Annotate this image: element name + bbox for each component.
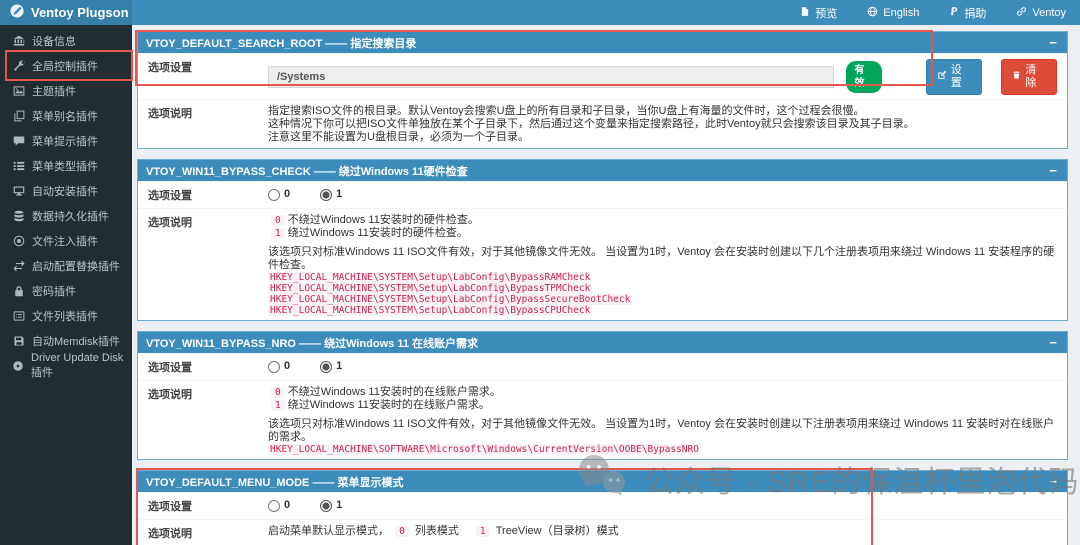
sidebar-item-menu-class[interactable]: 菜单类型插件 xyxy=(0,153,132,178)
sidebar-item-auto-memdisk[interactable]: 自动Memdisk插件 xyxy=(0,328,132,353)
donate-link[interactable]: 捐助 xyxy=(949,5,986,21)
registry-key: HKEY_LOCAL_MACHINE\SYSTEM\Setup\LabConfi… xyxy=(268,305,593,316)
preview-link[interactable]: 预览 xyxy=(800,5,837,21)
database-icon xyxy=(12,210,25,222)
lock-icon xyxy=(12,285,25,297)
radio-1[interactable] xyxy=(320,188,333,201)
registry-key: HKEY_LOCAL_MACHINE\SYSTEM\Setup\LabConfi… xyxy=(268,294,633,305)
setting-row: 选项设置 0 1 xyxy=(138,353,1067,380)
radio-1[interactable] xyxy=(320,499,333,512)
sidebar-item-menu-tip[interactable]: 菜单提示插件 xyxy=(0,128,132,153)
comment-icon xyxy=(12,135,25,147)
panel-title: VTOY_DEFAULT_MENU_MODE —— 菜单显示模式 xyxy=(146,476,404,489)
disc-icon xyxy=(12,360,24,372)
radio-0[interactable] xyxy=(268,188,280,201)
bank-icon xyxy=(12,35,25,47)
desktop-icon xyxy=(12,185,25,197)
edit-icon xyxy=(937,70,947,84)
bullseye-icon xyxy=(12,235,25,247)
ventoy-logo-icon xyxy=(10,4,24,21)
description-row: 选项说明 0 不绕过Windows 11安装时的硬件检查。 1 绕过Windows … xyxy=(138,208,1067,320)
collapse-icon[interactable]: − xyxy=(1047,336,1059,349)
setting-row: 选项设置 0 1 xyxy=(138,492,1067,519)
collapse-icon[interactable]: − xyxy=(1047,36,1059,49)
panel-title: VTOY_WIN11_BYPASS_CHECK —— 绕过Windows 11硬… xyxy=(146,165,468,178)
panel-win11-bypass-check: VTOY_WIN11_BYPASS_CHECK —— 绕过Windows 11硬… xyxy=(137,159,1068,321)
sidebar-item-file-list[interactable]: 文件列表插件 xyxy=(0,303,132,328)
panel-header: VTOY_DEFAULT_MENU_MODE —— 菜单显示模式 − xyxy=(138,471,1067,492)
preview-icon xyxy=(800,6,810,20)
wrench-icon xyxy=(12,60,25,72)
exchange-icon xyxy=(12,260,25,272)
image-icon xyxy=(12,85,25,97)
registry-key: HKEY_LOCAL_MACHINE\SOFTWARE\Microsoft\Wi… xyxy=(268,444,701,455)
brand[interactable]: Ventoy Plugson xyxy=(0,0,132,25)
radio-0[interactable] xyxy=(268,360,280,373)
copy-icon xyxy=(12,110,25,122)
navbar-links: 预览 English 捐助 Ventoy xyxy=(132,0,1080,25)
registry-key: HKEY_LOCAL_MACHINE\SYSTEM\Setup\LabConfi… xyxy=(268,283,593,294)
description-row: 选项说明 启动菜单默认显示模式， 0 列表模式 1 TreeView（目录树）模… xyxy=(138,519,1067,545)
collapse-icon[interactable]: − xyxy=(1047,475,1059,488)
list-alt-icon xyxy=(12,310,25,322)
sidebar-item-menu-alias[interactable]: 菜单别名插件 xyxy=(0,103,132,128)
clear-button[interactable]: 清除 xyxy=(1001,59,1057,95)
sidebar-item-persistence[interactable]: 数据持久化插件 xyxy=(0,203,132,228)
collapse-icon[interactable]: − xyxy=(1047,164,1059,177)
panel-win11-bypass-nro: VTOY_WIN11_BYPASS_NRO —— 绕过Windows 11 在线… xyxy=(137,331,1068,460)
panel-default-menu-mode: VTOY_DEFAULT_MENU_MODE —— 菜单显示模式 − 选项设置 … xyxy=(136,468,1068,545)
link-icon xyxy=(1016,6,1027,20)
sidebar-item-injection[interactable]: 文件注入插件 xyxy=(0,228,132,253)
list-icon xyxy=(12,160,25,172)
panel-header: VTOY_WIN11_BYPASS_NRO —— 绕过Windows 11 在线… xyxy=(138,332,1067,353)
panel-default-search-root: VTOY_DEFAULT_SEARCH_ROOT —— 指定搜索目录 − 选项设… xyxy=(135,30,1068,149)
setting-row: 选项设置 有效 设置 清除 xyxy=(138,53,1067,99)
brand-title: Ventoy Plugson xyxy=(31,5,129,20)
registry-key: HKEY_LOCAL_MACHINE\SYSTEM\Setup\LabConfi… xyxy=(268,272,593,283)
sidebar-item-dud[interactable]: Driver Update Disk插件 xyxy=(0,352,132,379)
floppy-icon xyxy=(12,335,25,347)
language-link[interactable]: English xyxy=(867,6,919,20)
radio-1[interactable] xyxy=(320,360,333,373)
main-content: VTOY_DEFAULT_SEARCH_ROOT —— 指定搜索目录 − 选项设… xyxy=(132,25,1080,545)
trash-icon xyxy=(1012,70,1021,84)
description-row: 选项说明 0 不绕过Windows 11安装时的在线账户需求。 1 绕过Window… xyxy=(138,380,1067,459)
globe-icon xyxy=(867,6,878,20)
panel-title: VTOY_WIN11_BYPASS_NRO —— 绕过Windows 11 在线… xyxy=(146,337,479,350)
ventoy-site-link[interactable]: Ventoy xyxy=(1016,6,1066,20)
panel-header: VTOY_DEFAULT_SEARCH_ROOT —— 指定搜索目录 − xyxy=(138,32,1067,53)
sidebar-item-device-info[interactable]: 设备信息 xyxy=(0,28,132,53)
sidebar-item-password[interactable]: 密码插件 xyxy=(0,278,132,303)
setting-row: 选项设置 0 1 xyxy=(138,181,1067,208)
search-root-input[interactable] xyxy=(268,66,835,88)
status-badge: 有效 xyxy=(846,61,882,93)
sidebar: 设备信息 全局控制插件 主题插件 菜单别名插件 菜单提示插件 菜单类型插件 自动… xyxy=(0,25,133,545)
panel-header: VTOY_WIN11_BYPASS_CHECK —— 绕过Windows 11硬… xyxy=(138,160,1067,181)
sidebar-item-conf-replace[interactable]: 启动配置替换插件 xyxy=(0,253,132,278)
panel-title: VTOY_DEFAULT_SEARCH_ROOT —— 指定搜索目录 xyxy=(146,37,417,50)
radio-0[interactable] xyxy=(268,499,280,512)
sidebar-item-auto-install[interactable]: 自动安装插件 xyxy=(0,178,132,203)
set-button[interactable]: 设置 xyxy=(925,59,983,95)
paypal-icon xyxy=(949,6,959,20)
description-row: 选项说明 指定搜索ISO文件的根目录。默认Ventoy会搜索U盘上的所有目录和子… xyxy=(138,99,1067,148)
sidebar-item-theme[interactable]: 主题插件 xyxy=(0,78,132,103)
top-navbar: Ventoy Plugson 预览 English 捐助 Ventoy xyxy=(0,0,1080,25)
sidebar-item-global-control[interactable]: 全局控制插件 xyxy=(0,50,133,81)
